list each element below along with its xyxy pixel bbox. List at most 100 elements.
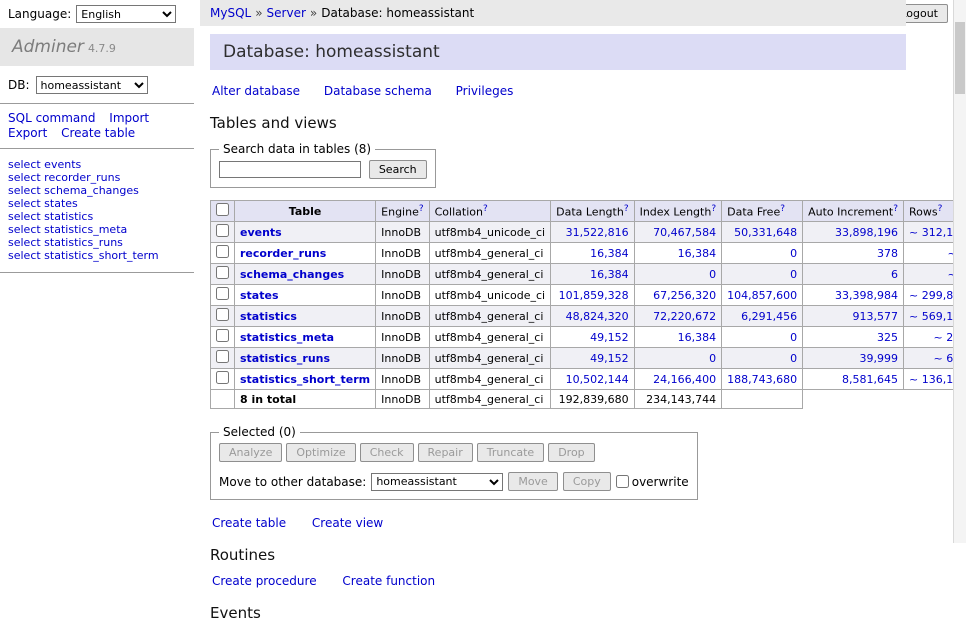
table-name-cell: statistics_runs — [235, 348, 376, 369]
overwrite-checkbox[interactable] — [616, 475, 629, 488]
sidebar-item-select-recorder-runs[interactable]: select recorder_runs — [8, 171, 186, 184]
data-length-cell: 16,384 — [551, 243, 634, 264]
sidebar-item-select-states[interactable]: select states — [8, 197, 186, 210]
database-actions: Alter database Database schema Privilege… — [212, 84, 904, 98]
create-table-link[interactable]: Create table — [212, 516, 286, 530]
table-name-link[interactable]: events — [240, 226, 282, 239]
data-length-cell: 101,859,328 — [551, 285, 634, 306]
auto-increment-cell: 913,577 — [803, 306, 904, 327]
sidebar-actions: SQL command Import Export Create table — [0, 104, 194, 148]
sidebar-table-list: select events select recorder_runs selec… — [0, 149, 194, 272]
create-view-link[interactable]: Create view — [312, 516, 383, 530]
database-schema-link[interactable]: Database schema — [324, 84, 432, 98]
data-free-cell: 0 — [722, 327, 803, 348]
total-index-length-cell: 234,143,744 — [634, 390, 722, 409]
data-length-cell: 16,384 — [551, 264, 634, 285]
move-database-select[interactable]: homeassistant — [371, 473, 503, 491]
check-button[interactable]: Check — [360, 443, 414, 462]
search-input[interactable] — [219, 161, 361, 178]
table-name-link[interactable]: statistics_short_term — [240, 373, 370, 386]
data-free-cell: 0 — [722, 348, 803, 369]
row-checkbox[interactable] — [216, 266, 229, 279]
sidebar-item-select-schema-changes[interactable]: select schema_changes — [8, 184, 186, 197]
breadcrumb-server-link[interactable]: Server — [267, 6, 306, 20]
row-checkbox[interactable] — [216, 371, 229, 384]
data-length-cell: 49,152 — [551, 327, 634, 348]
overwrite-option: overwrite — [616, 475, 689, 489]
row-checkbox[interactable] — [216, 308, 229, 321]
index-length-cell: 72,220,672 — [634, 306, 722, 327]
alter-database-link[interactable]: Alter database — [212, 84, 300, 98]
sidebar-item-select-statistics-short-term[interactable]: select statistics_short_term — [8, 249, 186, 262]
table-name-link[interactable]: statistics_runs — [240, 352, 330, 365]
column-help-link[interactable]: ? — [419, 204, 424, 214]
col-header-data-free: Data Free? — [722, 201, 803, 222]
privileges-link[interactable]: Privileges — [456, 84, 514, 98]
table-name-link[interactable]: statistics_meta — [240, 331, 334, 344]
db-label: DB: — [8, 78, 30, 92]
table-row: statistics_meta InnoDB utf8mb4_general_c… — [211, 327, 966, 348]
table-name-cell: recorder_runs — [235, 243, 376, 264]
table-name-cell: statistics_meta — [235, 327, 376, 348]
data-free-cell: 6,291,456 — [722, 306, 803, 327]
table-header-row: Table Engine? Collation? Data Length? In… — [211, 201, 966, 222]
table-total-row: 8 in total InnoDB utf8mb4_general_ci 192… — [211, 390, 966, 409]
breadcrumb-separator: » — [310, 6, 317, 20]
collation-cell: utf8mb4_general_ci — [429, 369, 550, 390]
sidebar-item-select-statistics-meta[interactable]: select statistics_meta — [8, 223, 186, 236]
routine-links: Create procedure Create function — [212, 574, 904, 588]
overwrite-label: overwrite — [632, 475, 689, 489]
engine-cell: InnoDB — [376, 222, 429, 243]
table-name-link[interactable]: recorder_runs — [240, 247, 326, 260]
col-header-index-length: Index Length? — [634, 201, 722, 222]
column-help-link[interactable]: ? — [711, 204, 716, 214]
sidebar-link-create-table[interactable]: Create table — [61, 126, 135, 140]
sidebar-item-select-events[interactable]: select events — [8, 158, 186, 171]
search-button[interactable]: Search — [369, 160, 427, 179]
breadcrumb-mysql-link[interactable]: MySQL — [210, 6, 251, 20]
row-checkbox[interactable] — [216, 245, 229, 258]
column-help-link[interactable]: ? — [893, 204, 898, 214]
move-button[interactable]: Move — [508, 472, 558, 491]
auto-increment-cell: 6 — [803, 264, 904, 285]
sidebar-link-import[interactable]: Import — [109, 111, 149, 125]
table-name-link[interactable]: statistics — [240, 310, 297, 323]
table-row: statistics_short_term InnoDB utf8mb4_gen… — [211, 369, 966, 390]
select-all-checkbox[interactable] — [216, 203, 229, 216]
search-fieldset: Search data in tables (8) Search — [210, 142, 436, 188]
collation-cell: utf8mb4_general_ci — [429, 264, 550, 285]
column-help-link[interactable]: ? — [938, 204, 943, 214]
sidebar-link-export[interactable]: Export — [8, 126, 47, 140]
total-data-free-cell — [722, 390, 803, 409]
language-select[interactable]: English — [76, 5, 176, 23]
row-checkbox[interactable] — [216, 224, 229, 237]
vertical-scrollbar[interactable] — [953, 0, 966, 543]
tables-list: Table Engine? Collation? Data Length? In… — [210, 200, 966, 409]
table-name-link[interactable]: schema_changes — [240, 268, 344, 281]
column-help-link[interactable]: ? — [624, 204, 629, 214]
column-help-link[interactable]: ? — [483, 204, 488, 214]
copy-button[interactable]: Copy — [563, 472, 611, 491]
row-checkbox[interactable] — [216, 287, 229, 300]
truncate-button[interactable]: Truncate — [477, 443, 544, 462]
sidebar-item-select-statistics-runs[interactable]: select statistics_runs — [8, 236, 186, 249]
repair-button[interactable]: Repair — [418, 443, 473, 462]
data-length-cell: 48,824,320 — [551, 306, 634, 327]
create-function-link[interactable]: Create function — [342, 574, 435, 588]
column-help-link[interactable]: ? — [780, 204, 785, 214]
breadcrumb-current: Database: homeassistant — [321, 6, 474, 20]
scrollbar-thumb[interactable] — [955, 22, 965, 94]
row-checkbox[interactable] — [216, 329, 229, 342]
table-name-link[interactable]: states — [240, 289, 279, 302]
optimize-button[interactable]: Optimize — [286, 443, 355, 462]
drop-button[interactable]: Drop — [548, 443, 594, 462]
analyze-button[interactable]: Analyze — [219, 443, 282, 462]
table-row: recorder_runs InnoDB utf8mb4_general_ci … — [211, 243, 966, 264]
row-checkbox[interactable] — [216, 350, 229, 363]
create-procedure-link[interactable]: Create procedure — [212, 574, 317, 588]
sidebar-item-select-statistics[interactable]: select statistics — [8, 210, 186, 223]
index-length-cell: 24,166,400 — [634, 369, 722, 390]
sidebar-link-sql-command[interactable]: SQL command — [8, 111, 95, 125]
db-select[interactable]: homeassistant — [36, 76, 148, 94]
table-row: statistics InnoDB utf8mb4_general_ci 48,… — [211, 306, 966, 327]
